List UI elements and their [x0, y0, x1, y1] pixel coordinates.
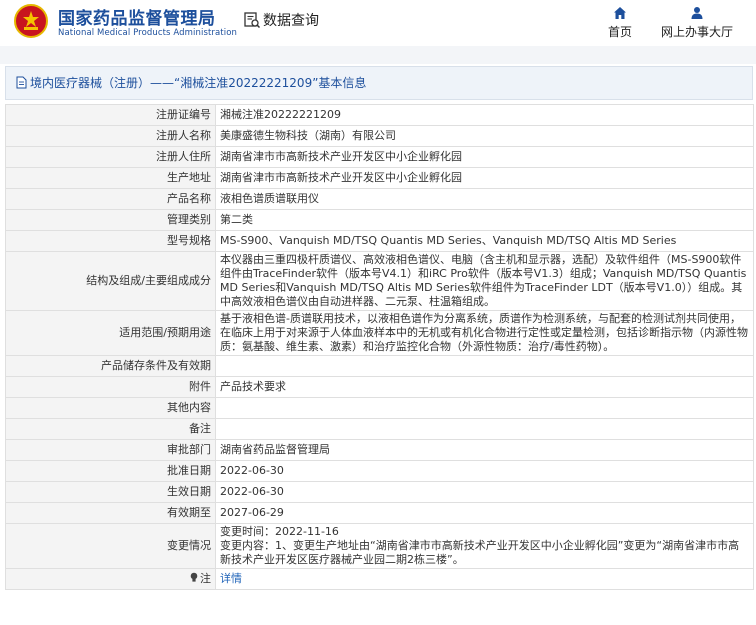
field-label: 注册人住所	[5, 146, 216, 168]
nav-home[interactable]: 首页	[600, 6, 640, 40]
field-label: 变更情况	[5, 523, 216, 569]
breadcrumb-text: 境内医疗器械（注册）——“湘械注准20222221209”基本信息	[30, 76, 367, 90]
field-value: 湖南省津市市高新技术产业开发区中小企业孵化园	[215, 146, 754, 168]
table-row: 产品储存条件及有效期	[5, 355, 754, 377]
data-query-title: 数据查询	[243, 10, 319, 30]
field-value: 液相色谱质谱联用仪	[215, 188, 754, 210]
field-label: 审批部门	[5, 439, 216, 461]
table-row: 附件 产品技术要求	[5, 376, 754, 398]
field-label: 管理类别	[5, 209, 216, 231]
field-value: 2027-06-29	[215, 502, 754, 524]
field-label: 其他内容	[5, 397, 216, 419]
table-row: 注册人名称 美康盛德生物科技（湖南）有限公司	[5, 125, 754, 147]
field-value: 2022-06-30	[215, 481, 754, 503]
table-row: 结构及组成/主要组成成分 本仪器由三重四极杆质谱仪、高效液相色谱仪、电脑（含主机…	[5, 251, 754, 311]
field-value	[215, 355, 754, 377]
field-value: 基于液相色谱-质谱联用技术，以液相色谱作为分离系统，质谱作为检测系统，与配套的检…	[215, 310, 754, 356]
table-row: 批准日期 2022-06-30	[5, 460, 754, 482]
section-title-label: 数据查询	[263, 13, 319, 29]
field-value: 第二类	[215, 209, 754, 231]
field-value: MS-S900、Vanquish MD/TSQ Quantis MD Serie…	[215, 230, 754, 252]
brand-name-en: National Medical Products Administration	[58, 28, 237, 38]
emblem-logo[interactable]	[14, 4, 48, 38]
user-icon	[691, 7, 703, 19]
field-value: 美康盛德生物科技（湖南）有限公司	[215, 125, 754, 147]
field-value: 本仪器由三重四极杆质谱仪、高效液相色谱仪、电脑（含主机和显示器，选配）及软件组件…	[215, 251, 754, 311]
table-row: 注册人住所 湖南省津市市高新技术产业开发区中小企业孵化园	[5, 146, 754, 168]
table-row: 有效期至 2027-06-29	[5, 502, 754, 524]
table-row: 注 详情	[5, 568, 754, 590]
home-icon	[614, 7, 626, 19]
field-label: 批准日期	[5, 460, 216, 482]
field-value	[215, 397, 754, 419]
header-divider	[0, 46, 756, 64]
table-row: 型号规格 MS-S900、Vanquish MD/TSQ Quantis MD …	[5, 230, 754, 252]
field-value: 湘械注准20222221209	[215, 104, 754, 126]
table-row: 变更情况 变更时间：2022-11-16 变更内容：1、变更生产地址由“湖南省津…	[5, 523, 754, 569]
nav-online-label: 网上办事大厅	[660, 25, 733, 39]
note-label-text: 注	[200, 572, 211, 585]
field-value: 2022-06-30	[215, 460, 754, 482]
table-row: 注册证编号 湘械注准20222221209	[5, 104, 754, 126]
details-link[interactable]: 详情	[220, 572, 242, 585]
field-label: 注册证编号	[5, 104, 216, 126]
brand-name-cn[interactable]: 国家药品监督管理局	[58, 4, 216, 29]
nav-online-service[interactable]: 网上办事大厅	[654, 6, 740, 40]
field-value: 变更时间：2022-11-16 变更内容：1、变更生产地址由“湖南省津市市高新技…	[215, 523, 754, 569]
table-row: 备注	[5, 418, 754, 440]
lightbulb-icon	[190, 572, 198, 582]
field-label: 结构及组成/主要组成成分	[5, 251, 216, 311]
table-row: 生效日期 2022-06-30	[5, 481, 754, 503]
field-value: 湖南省药品监督管理局	[215, 439, 754, 461]
field-label: 有效期至	[5, 502, 216, 524]
registration-info-table: 注册证编号 湘械注准20222221209 注册人名称 美康盛德生物科技（湖南）…	[5, 104, 754, 590]
field-label: 注册人名称	[5, 125, 216, 147]
field-label: 生效日期	[5, 481, 216, 503]
nav-home-label: 首页	[607, 25, 632, 39]
table-row: 管理类别 第二类	[5, 209, 754, 231]
note-value: 详情	[215, 568, 754, 590]
table-row: 其他内容	[5, 397, 754, 419]
field-label: 生产地址	[5, 167, 216, 189]
breadcrumb: 境内医疗器械（注册）——“湘械注准20222221209”基本信息	[5, 66, 753, 100]
field-label: 附件	[5, 376, 216, 398]
site-header: 国家药品监督管理局 National Medical Products Admi…	[0, 0, 756, 46]
note-label: 注	[5, 568, 216, 590]
field-value: 产品技术要求	[215, 376, 754, 398]
document-icon	[16, 76, 27, 89]
field-label: 产品名称	[5, 188, 216, 210]
table-row: 产品名称 液相色谱质谱联用仪	[5, 188, 754, 210]
table-row: 适用范围/预期用途 基于液相色谱-质谱联用技术，以液相色谱作为分离系统，质谱作为…	[5, 310, 754, 356]
data-query-icon	[244, 12, 261, 29]
field-value: 湖南省津市市高新技术产业开发区中小企业孵化园	[215, 167, 754, 189]
field-label: 备注	[5, 418, 216, 440]
field-label: 型号规格	[5, 230, 216, 252]
table-row: 审批部门 湖南省药品监督管理局	[5, 439, 754, 461]
field-value	[215, 418, 754, 440]
table-row: 生产地址 湖南省津市市高新技术产业开发区中小企业孵化园	[5, 167, 754, 189]
field-label: 适用范围/预期用途	[5, 310, 216, 356]
field-label: 产品储存条件及有效期	[5, 355, 216, 377]
